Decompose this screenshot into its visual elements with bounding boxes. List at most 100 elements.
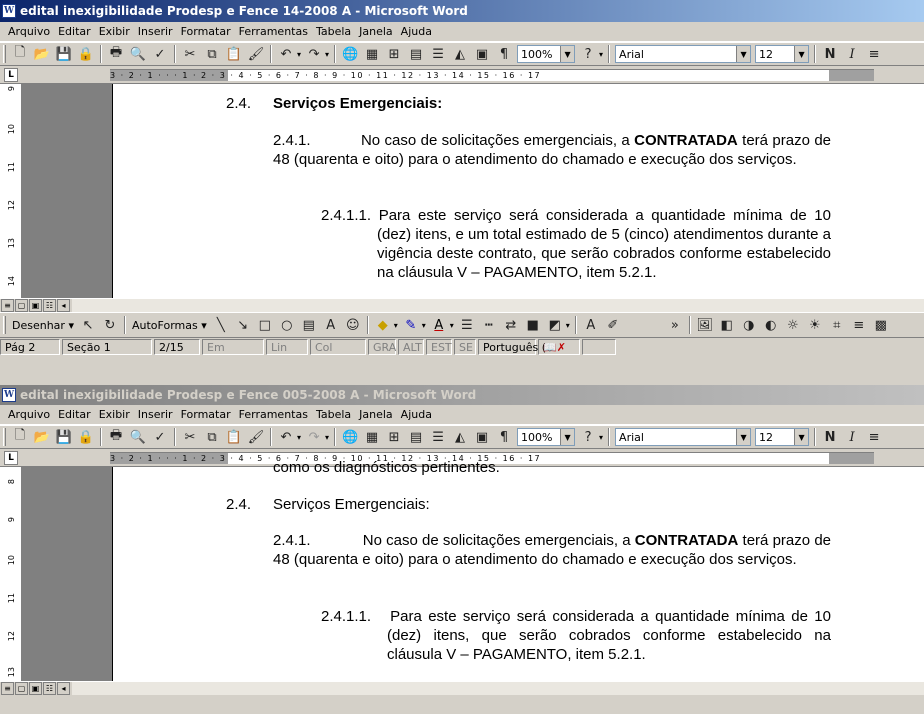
font-color-icon[interactable]: A [428,314,450,336]
menu-ferramentas[interactable]: Ferramentas [235,25,312,38]
zoom-dropdown-icon[interactable]: ▼ [560,429,575,445]
italic-icon[interactable]: I [841,426,863,448]
title-bar[interactable]: W edital inexigibilidade Prodesp e Fence… [0,385,924,405]
outline-view-icon[interactable]: ☷ [43,682,56,695]
document-page[interactable]: 2.4. Serviços Emergenciais: 2.4.1. 2.4.1… [112,84,924,298]
3d-icon[interactable]: ◩ [544,314,566,336]
tab-selector[interactable]: L [4,67,18,82]
undo-dropdown-icon[interactable]: ▾ [297,50,301,59]
autoshapes-button[interactable]: AutoFormas ▾ [129,319,210,332]
font-size-select[interactable]: 12 ▼ [755,45,810,63]
undo-icon[interactable]: ↶ [275,43,297,65]
redo-dropdown-icon[interactable]: ▾ [325,433,329,442]
menu-editar[interactable]: Editar [54,408,95,421]
columns-icon[interactable]: ☰ [427,43,449,65]
menu-ajuda[interactable]: Ajuda [397,25,436,38]
format-painter-icon[interactable]: 🖌 [245,426,267,448]
align-icon[interactable]: ≡ [863,43,885,65]
print-icon[interactable]: 🖶 [105,43,127,65]
eraser-icon[interactable]: ✐ [602,314,624,336]
menu-janela[interactable]: Janela [355,25,397,38]
arrow-style-icon[interactable]: ⇄ [500,314,522,336]
zoom-dropdown-icon[interactable]: ▼ [560,46,575,62]
scroll-left-icon[interactable]: ◂ [57,299,70,312]
copy-icon[interactable]: ⧉ [201,43,223,65]
font-dropdown-icon[interactable]: ▼ [736,429,751,445]
rectangle-icon[interactable]: □ [254,314,276,336]
menu-arquivo[interactable]: Arquivo [4,25,54,38]
bold-icon[interactable]: N [819,43,841,65]
redo-dropdown-icon[interactable]: ▾ [325,50,329,59]
menu-exibir[interactable]: Exibir [95,25,134,38]
outline-view-icon[interactable]: ☷ [43,299,56,312]
open-folder-icon[interactable]: 📂 [31,43,53,65]
insert-excel-icon[interactable]: ▤ [405,426,427,448]
insert-table-icon[interactable]: ⊞ [383,426,405,448]
tables-borders-icon[interactable]: ▦ [361,426,383,448]
menu-editar[interactable]: Editar [54,25,95,38]
web-view-icon[interactable]: ▢ [15,682,28,695]
insert-excel-icon[interactable]: ▤ [405,43,427,65]
line-style-icon[interactable]: ☰ [456,314,478,336]
select-objects-icon[interactable]: ↖ [77,314,99,336]
tab-selector[interactable]: L [4,450,18,465]
toolbar-grip[interactable] [3,45,6,63]
columns-icon[interactable]: ☰ [427,426,449,448]
more-brightness-icon[interactable]: ☼ [782,314,804,336]
hyperlink-icon[interactable]: 🌐 [339,43,361,65]
line-icon[interactable]: ╲ [210,314,232,336]
less-brightness-icon[interactable]: ☀ [804,314,826,336]
new-document-icon[interactable]: 🗋 [9,426,31,448]
undo-dropdown-icon[interactable]: ▾ [297,433,301,442]
word-app-icon[interactable]: W [2,388,16,402]
spelling-status-icon[interactable]: 📖✗ [538,339,580,355]
drawing-icon[interactable]: ◭ [449,426,471,448]
menu-ferramentas[interactable]: Ferramentas [235,408,312,421]
format-painter-icon[interactable]: 🖌 [245,43,267,65]
help-icon[interactable]: ? [577,43,599,65]
italic-icon[interactable]: I [841,43,863,65]
free-rotate-icon[interactable]: ↻ [99,314,121,336]
font-size-dropdown-icon[interactable]: ▼ [794,429,809,445]
drawing-icon[interactable]: ◭ [449,43,471,65]
menu-arquivo[interactable]: Arquivo [4,408,54,421]
ruler-track[interactable]: 3 · 2 · 1 · · · 1 · 2 · 3 · 4 · 5 · 6 · … [110,69,874,81]
undo-icon[interactable]: ↶ [275,426,297,448]
menu-tabela[interactable]: Tabela [312,408,355,421]
tables-borders-icon[interactable]: ▦ [361,43,383,65]
redo-icon[interactable]: ↷ [303,426,325,448]
fill-color-dropdown-icon[interactable]: ▾ [394,321,398,330]
font-size-select[interactable]: 12 ▼ [755,428,810,446]
bold-icon[interactable]: N [819,426,841,448]
permission-icon[interactable]: 🔒 [75,426,97,448]
title-bar[interactable]: W edital inexigibilidade Prodesp e Fence… [0,0,924,22]
more-contrast-icon[interactable]: ◑ [738,314,760,336]
document-map-icon[interactable]: ▣ [471,43,493,65]
word-app-icon[interactable]: W [2,4,16,18]
normal-view-icon[interactable]: ≡ [1,299,14,312]
spelling-icon[interactable]: ✓ [149,426,171,448]
document-map-icon[interactable]: ▣ [471,426,493,448]
help-dropdown-icon[interactable]: ▾ [599,50,603,59]
cut-icon[interactable]: ✂ [179,43,201,65]
hyperlink-icon[interactable]: 🌐 [339,426,361,448]
text-box-icon[interactable]: ▤ [298,314,320,336]
toolbar-grip[interactable] [3,316,6,334]
print-layout-icon[interactable]: ▣ [29,299,42,312]
show-hide-icon[interactable]: ¶ [493,43,515,65]
document-page[interactable]: como os diagnósticos pertinentes. 2.4. S… [112,459,924,681]
scroll-track[interactable] [72,299,924,312]
spelling-icon[interactable]: ✓ [149,43,171,65]
menu-formatar[interactable]: Formatar [177,25,235,38]
menu-formatar[interactable]: Formatar [177,408,235,421]
zoom-select[interactable]: 100% ▼ [517,428,576,446]
oval-icon[interactable]: ○ [276,314,298,336]
insert-table-icon[interactable]: ⊞ [383,43,405,65]
text-direction-icon[interactable]: A [580,314,602,336]
save-icon[interactable]: 💾 [53,43,75,65]
font-size-dropdown-icon[interactable]: ▼ [794,46,809,62]
line-color-dropdown-icon[interactable]: ▾ [422,321,426,330]
menu-inserir[interactable]: Inserir [134,25,177,38]
shadow-icon[interactable]: ■ [522,314,544,336]
cut-icon[interactable]: ✂ [179,426,201,448]
